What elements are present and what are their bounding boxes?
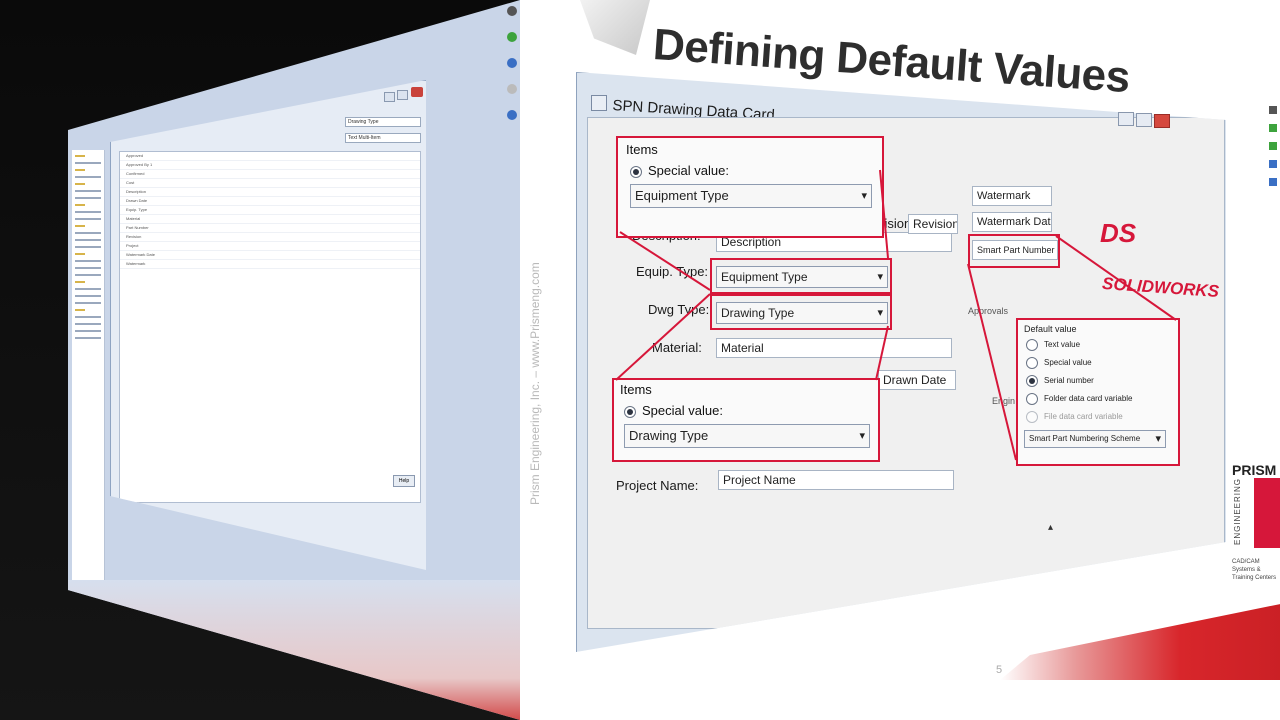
radio-serial-number[interactable]: Serial number	[1026, 372, 1178, 390]
items-popup-top: Items Special value: Equipment Type	[616, 136, 884, 238]
material-input[interactable]: Material	[716, 338, 952, 358]
list-item[interactable]: Approved	[120, 152, 420, 161]
numbering-scheme-dropdown[interactable]: Smart Part Numbering Scheme	[1024, 430, 1166, 448]
list-item[interactable]: Drawn Date	[120, 197, 420, 206]
list-item[interactable]: Part Number	[120, 224, 420, 233]
mastercam-logo: Mastercam	[1154, 585, 1230, 613]
items-popup-title: Items	[626, 142, 658, 157]
items-popup-bottom: Items Special value: Drawing Type	[612, 378, 880, 462]
left-taskbar	[68, 580, 520, 720]
left-screen-capture: Drawing Type Text Multi-Item Approved Ap…	[0, 0, 520, 720]
list-item[interactable]: Description	[120, 188, 420, 197]
list-item[interactable]: Project	[120, 242, 420, 251]
special-value-label: Special value:	[642, 403, 723, 418]
special-value-label: Special value:	[648, 163, 729, 178]
project-name-label: Project Name:	[616, 478, 699, 493]
left-close-button[interactable]	[411, 87, 423, 97]
sidebar-icon[interactable]	[507, 32, 517, 42]
special-value-dropdown[interactable]: Drawing Type	[624, 424, 870, 448]
approvals-label: Approvals	[968, 306, 1009, 316]
equip-type-label: Equip. Type:	[636, 264, 709, 279]
list-item[interactable]: Revision	[120, 233, 420, 242]
radio-folder-variable[interactable]: Folder data card variable	[1026, 390, 1178, 408]
dwg-type-highlight	[710, 294, 892, 330]
radio-label: Text value	[1044, 340, 1081, 349]
special-value-dropdown[interactable]: Equipment Type	[630, 184, 872, 208]
dwg-type-label: Dwg Type:	[648, 302, 710, 317]
radio-selected-icon	[1026, 374, 1038, 387]
prism-engineering-text: ENGINEERING	[1233, 478, 1242, 546]
special-value-radio[interactable]: Special value:	[630, 163, 870, 178]
left-desktop-panel: Drawing Type Text Multi-Item Approved Ap…	[68, 0, 520, 720]
prism-logo-icon	[1254, 478, 1280, 548]
radio-icon	[1026, 392, 1038, 405]
left-sidebar-icons	[504, 0, 520, 160]
radio-icon	[1026, 410, 1038, 423]
edge-icon[interactable]	[1269, 106, 1277, 114]
left-maximize-button[interactable]	[397, 90, 408, 100]
radio-label: File data card variable	[1044, 412, 1123, 421]
drawn-date-input[interactable]: Drawn Date	[878, 370, 956, 390]
right-edge-icons	[1266, 100, 1280, 196]
radio-icon	[1026, 338, 1038, 351]
ds-logo-icon: DS	[1100, 218, 1137, 248]
left-dialog-window: Drawing Type Text Multi-Item Approved Ap…	[110, 80, 426, 570]
radio-label: Special value	[1044, 358, 1092, 367]
left-type-field[interactable]: Text Multi-Item	[345, 133, 421, 143]
prism-wordmark: PRISM	[1232, 462, 1277, 478]
stratasys-logo: Stratasys	[1085, 601, 1141, 624]
watermark-input[interactable]: Watermark	[972, 186, 1052, 206]
left-minimize-button[interactable]	[384, 92, 395, 102]
left-variable-list: Approved Approved By 1 Confirmed Cost De…	[119, 151, 421, 503]
smart-part-number-highlight	[968, 234, 1060, 268]
card-window-icon	[591, 95, 607, 111]
mouse-cursor-icon: ▴	[1048, 522, 1054, 533]
edge-icon[interactable]	[1269, 178, 1277, 186]
left-attribute-field[interactable]: Drawing Type	[345, 117, 421, 127]
card-maximize-button[interactable]	[1136, 113, 1152, 127]
edge-icon[interactable]	[1269, 160, 1277, 168]
project-name-input[interactable]: Project Name	[718, 470, 954, 490]
card-minimize-button[interactable]	[1118, 112, 1134, 126]
radio-selected-icon	[624, 405, 636, 418]
radio-special-value[interactable]: Special value	[1026, 354, 1178, 372]
list-item[interactable]: Watermark	[120, 260, 420, 269]
list-item[interactable]: Cost	[120, 179, 420, 188]
card-close-button[interactable]	[1154, 114, 1170, 128]
sidebar-icon[interactable]	[507, 84, 517, 94]
list-item[interactable]: Material	[120, 215, 420, 224]
revision-input[interactable]: Revision	[908, 214, 958, 234]
list-item[interactable]: Equip. Type	[120, 206, 420, 215]
edge-icon[interactable]	[1269, 124, 1277, 132]
radio-icon	[1026, 356, 1038, 369]
edge-icon[interactable]	[1269, 142, 1277, 150]
engineer-label: Engin	[992, 396, 1016, 406]
list-item[interactable]: Approved By 1	[120, 161, 420, 170]
radio-label: Serial number	[1044, 376, 1094, 385]
sidebar-icon[interactable]	[507, 110, 517, 120]
list-item[interactable]: Confirmed	[120, 170, 420, 179]
sidebar-icon[interactable]	[507, 6, 517, 16]
list-item[interactable]: Watermark Date	[120, 251, 420, 260]
cube-graphic	[580, 0, 650, 55]
radio-label: Folder data card variable	[1044, 394, 1133, 403]
solidworks-logo: DS SOLIDWORKS	[1092, 214, 1220, 304]
equip-type-highlight	[710, 258, 892, 294]
default-value-panel: Default value Text value Special value S…	[1016, 318, 1180, 466]
sidebar-icon[interactable]	[507, 58, 517, 68]
radio-file-variable: File data card variable	[1026, 408, 1178, 426]
page-number: 5	[996, 664, 1003, 676]
default-value-title: Default value	[1024, 324, 1077, 334]
radio-selected-icon	[630, 165, 642, 178]
slide-watermark: Prism Engineering, Inc. – www.Prismeng.c…	[528, 262, 542, 505]
presentation-slide: Defining Default Values Prism Engineerin…	[520, 0, 1280, 720]
radio-text-value[interactable]: Text value	[1026, 336, 1178, 354]
left-help-button[interactable]: Help	[393, 475, 415, 487]
items-popup-title: Items	[620, 382, 652, 397]
left-folder-tree	[72, 150, 105, 580]
material-label: Material:	[652, 340, 702, 355]
watermark-date-input[interactable]: Watermark Date	[972, 212, 1052, 232]
special-value-radio[interactable]: Special value:	[624, 403, 868, 418]
